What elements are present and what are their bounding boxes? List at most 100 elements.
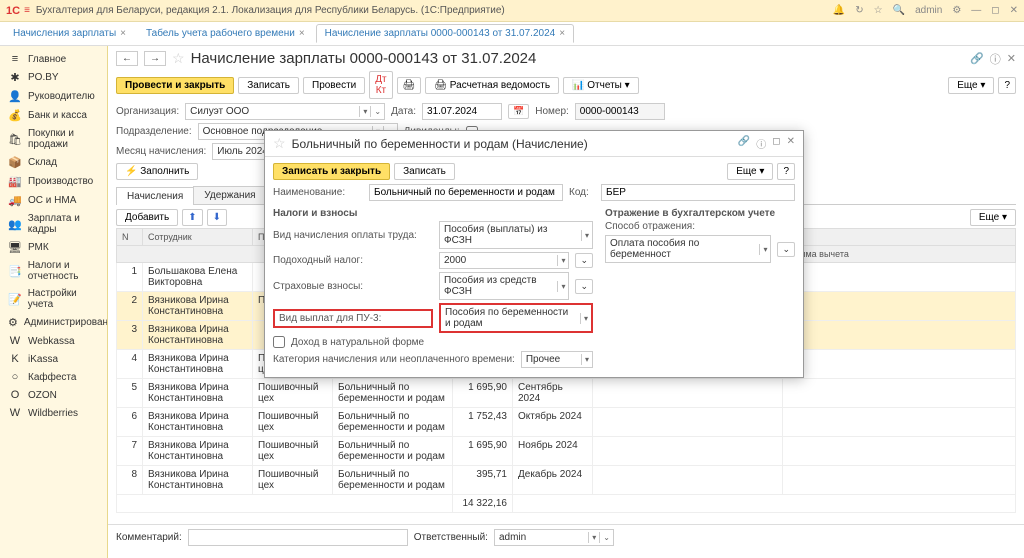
open-ref-icon[interactable]: ⌄	[575, 253, 593, 268]
col-sumded[interactable]: Сумма вычета	[783, 246, 1016, 263]
reports-button[interactable]: 📊 Отчеты ▾	[563, 77, 639, 94]
sidebar-icon: W	[8, 335, 22, 347]
sidebar-item-1[interactable]: ✱PO.BY	[0, 68, 107, 87]
sidebar-item-14[interactable]: KiKassa	[0, 350, 107, 368]
payroll-report-button[interactable]: 🖨 Расчетная ведомость	[425, 77, 559, 94]
sidebar-item-11[interactable]: 📝Настройки учета	[0, 285, 107, 313]
open-ref-icon[interactable]: ⌄	[575, 279, 593, 294]
sidebar-item-10[interactable]: 📑Налоги и отчетность	[0, 257, 107, 285]
modal-info-icon[interactable]: ⓘ	[756, 136, 766, 151]
sidebar-item-8[interactable]: 👥Зарплата и кадры	[0, 210, 107, 238]
close-icon[interactable]: ✕	[1010, 5, 1018, 16]
close-doc-icon[interactable]: ✕	[1007, 52, 1016, 65]
modal-close-icon[interactable]: ✕	[787, 136, 795, 151]
insurance-dropdown[interactable]: Пособия из средств ФСЗН▾	[439, 272, 569, 300]
name-input[interactable]	[369, 184, 563, 201]
accrual-type-modal: ☆ Больничный по беременности и родам (На…	[264, 130, 804, 378]
comment-input[interactable]	[188, 529, 408, 546]
sidebar-item-6[interactable]: 🏭Производство	[0, 172, 107, 191]
write-button[interactable]: Записать	[238, 77, 299, 94]
labor-kind-dropdown[interactable]: Пособия (выплаты) из ФСЗН▾	[439, 221, 593, 249]
close-icon[interactable]: ×	[120, 28, 126, 39]
date-input[interactable]	[422, 103, 502, 120]
sidebar-item-13[interactable]: WWebkassa	[0, 332, 107, 350]
settings-icon[interactable]: ⚙	[952, 5, 961, 16]
method-dropdown[interactable]: Оплата пособия по беременност▾	[605, 235, 771, 263]
sidebar-item-3[interactable]: 💰Банк и касса	[0, 106, 107, 125]
add-row-button[interactable]: Добавить	[116, 209, 178, 226]
favorite-star-icon[interactable]: ☆	[172, 50, 185, 67]
tab-accruals[interactable]: Начисления	[116, 187, 194, 205]
close-icon[interactable]: ×	[299, 28, 305, 39]
responsible-dropdown[interactable]: admin▾⌄	[494, 529, 614, 546]
grid-more-button[interactable]: Еще ▾	[970, 209, 1016, 226]
income-tax-dropdown[interactable]: 2000▾	[439, 252, 569, 269]
code-input[interactable]	[601, 184, 795, 201]
history-icon[interactable]: ↻	[855, 5, 863, 16]
tab-deductions[interactable]: Удержания	[193, 186, 266, 204]
star-icon[interactable]: ☆	[874, 5, 883, 16]
modal-link-icon[interactable]: 🔗	[738, 136, 750, 151]
category-dropdown[interactable]: Прочее▾	[521, 351, 593, 368]
sidebar-item-9[interactable]: 🖥РМК	[0, 238, 107, 257]
natural-income-checkbox[interactable]	[273, 336, 285, 348]
modal-maximize-icon[interactable]: ◻	[772, 136, 780, 151]
modal-star-icon[interactable]: ☆	[273, 135, 286, 152]
search-icon[interactable]: 🔍	[893, 5, 905, 16]
sidebar-item-17[interactable]: WWildberries	[0, 404, 107, 422]
sidebar-item-16[interactable]: OOZON	[0, 386, 107, 404]
modal-write-close-button[interactable]: Записать и закрыть	[273, 163, 390, 180]
sidebar-item-7[interactable]: 🚚ОС и НМА	[0, 191, 107, 210]
code-label: Код:	[569, 187, 595, 198]
col-employee[interactable]: Сотрудник	[143, 229, 253, 246]
col-n[interactable]: N	[117, 229, 143, 246]
help-icon[interactable]: ⓘ	[990, 51, 1001, 67]
sidebar-icon: 📦	[8, 156, 22, 169]
sidebar-icon: 🛍	[8, 133, 22, 146]
modal-write-button[interactable]: Записать	[394, 163, 455, 180]
sidebar-label: Производство	[28, 176, 93, 187]
nav-back-button[interactable]: ←	[116, 51, 138, 66]
open-ref-icon[interactable]: ⌄	[777, 242, 795, 257]
post-button[interactable]: Провести	[303, 77, 365, 94]
number-input[interactable]	[575, 103, 665, 120]
sidebar-item-0[interactable]: ≡Главное	[0, 50, 107, 68]
more-button[interactable]: Еще ▾	[948, 77, 994, 94]
sidebar-item-4[interactable]: 🛍Покупки и продажи	[0, 125, 107, 153]
fill-button[interactable]: ⚡ Заполнить	[116, 163, 198, 180]
modal-help-button[interactable]: ?	[777, 163, 795, 180]
table-row[interactable]: 8Вязникова Ирина КонстантиновнаПошивочны…	[117, 466, 1016, 495]
sidebar-label: Главное	[28, 54, 66, 65]
sidebar-item-5[interactable]: 📦Склад	[0, 153, 107, 172]
link-icon[interactable]: 🔗	[970, 52, 984, 65]
move-down-button[interactable]: ⬇	[207, 209, 227, 226]
table-row[interactable]: 7Вязникова Ирина КонстантиновнаПошивочны…	[117, 437, 1016, 466]
sidebar-item-12[interactable]: ⚙Администрирование	[0, 313, 107, 332]
sidebar-item-2[interactable]: 👤Руководителю	[0, 87, 107, 106]
pu3-dropdown[interactable]: Пособия по беременности и родам▾	[439, 303, 593, 333]
post-close-button[interactable]: Провести и закрыть	[116, 77, 234, 94]
nav-fwd-button[interactable]: →	[144, 51, 166, 66]
tab-payroll-list[interactable]: Начисления зарплаты×	[4, 24, 135, 43]
calendar-icon[interactable]: 📅	[508, 104, 529, 119]
table-row[interactable]: 6Вязникова Ирина КонстантиновнаПошивочны…	[117, 408, 1016, 437]
bell-icon[interactable]: 🔔	[833, 5, 845, 16]
tab-timesheet[interactable]: Табель учета рабочего времени×	[137, 24, 314, 43]
dt-kt-button[interactable]: ДтКт	[369, 71, 392, 99]
number-label: Номер:	[535, 106, 569, 117]
sidebar-icon: K	[8, 353, 22, 365]
table-row[interactable]: 5Вязникова Ирина КонстантиновнаПошивочны…	[117, 379, 1016, 408]
maximize-icon[interactable]: ◻	[991, 5, 999, 16]
org-dropdown[interactable]: Силуэт ООО▾⌄	[185, 103, 385, 120]
dept-label: Подразделение:	[116, 126, 192, 137]
move-up-button[interactable]: ⬆	[182, 209, 202, 226]
sidebar: ≡Главное✱PO.BY👤Руководителю💰Банк и касса…	[0, 46, 108, 558]
minimize-icon[interactable]: —	[971, 5, 981, 16]
sidebar-item-15[interactable]: ○Каффеста	[0, 368, 107, 386]
tab-payroll-doc[interactable]: Начисление зарплаты 0000-000143 от 31.07…	[316, 24, 574, 43]
print-button[interactable]: 🖨	[397, 77, 422, 94]
user-label[interactable]: admin	[915, 5, 942, 16]
close-icon[interactable]: ×	[559, 28, 565, 39]
modal-more-button[interactable]: Еще ▾	[727, 163, 773, 180]
help-button[interactable]: ?	[998, 77, 1016, 94]
